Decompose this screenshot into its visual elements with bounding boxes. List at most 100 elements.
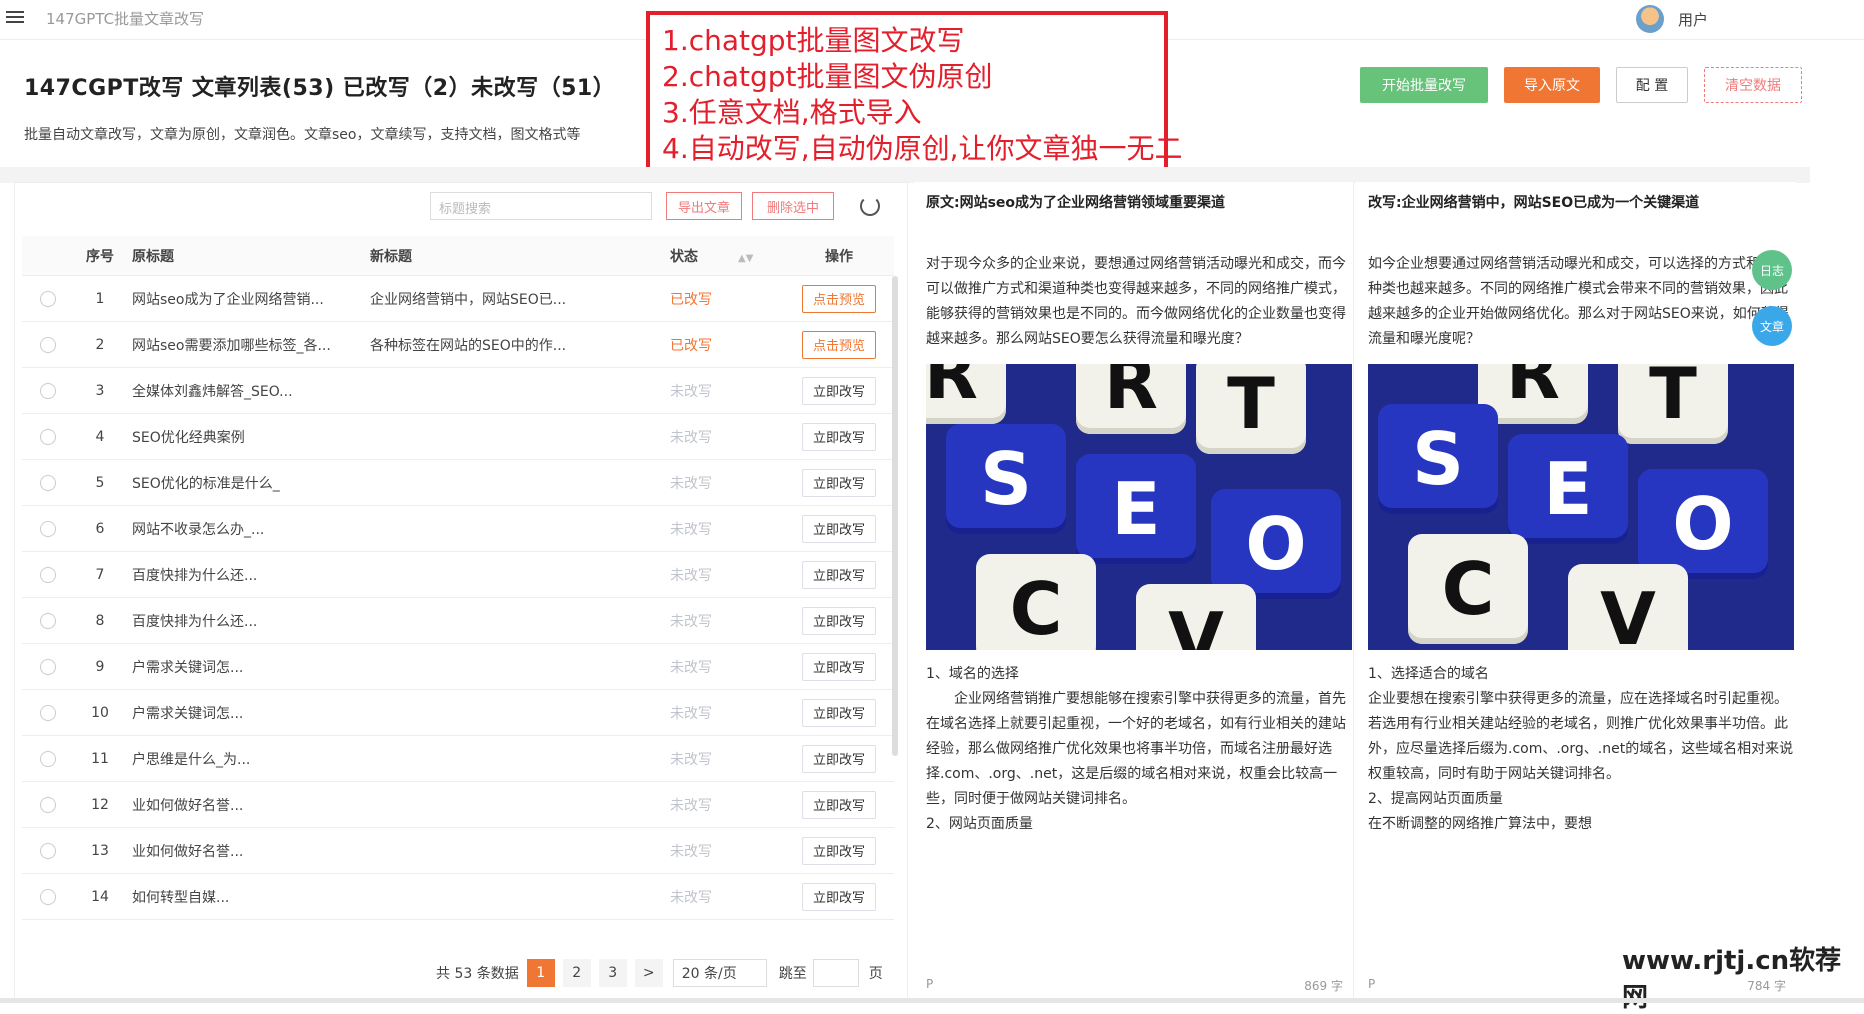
table-row[interactable]: 8 百度快排为什么还... 未改写 立即改写	[22, 598, 894, 644]
next-page-button[interactable]: >	[634, 959, 663, 987]
table-row[interactable]: 10 户需求关键词怎... 未改写 立即改写	[22, 690, 894, 736]
row-orig-title: 户思维是什么_为...	[132, 751, 251, 768]
table-row[interactable]: 3 全媒体刘鑫炜解答_SEO... 未改写 立即改写	[22, 368, 894, 414]
row-status: 未改写	[670, 613, 712, 630]
row-checkbox[interactable]	[40, 474, 56, 491]
row-orig-title: 网站seo成为了企业网络营销...	[132, 291, 324, 308]
row-status: 未改写	[670, 889, 712, 906]
row-orig-title: SEO优化经典案例	[132, 429, 245, 446]
row-status: 未改写	[670, 567, 712, 584]
row-checkbox[interactable]	[40, 888, 56, 905]
row-new-title: 企业网络营销中，网站SEO已...	[370, 291, 567, 308]
rewrite-now-button[interactable]: 立即改写	[801, 376, 876, 405]
row-orig-title: SEO优化的标准是什么_	[132, 475, 280, 492]
table-row[interactable]: 11 户思维是什么_为... 未改写 立即改写	[22, 736, 894, 782]
goto-page-input[interactable]	[812, 959, 859, 987]
avatar[interactable]	[1636, 5, 1664, 33]
row-checkbox[interactable]	[40, 566, 56, 583]
row-no: 6	[95, 520, 105, 537]
page-description: 批量自动文章改写，文章为原创，文章润色。文章seo，文章续写，支持文档，图文格式…	[24, 127, 581, 143]
row-checkbox[interactable]	[40, 520, 56, 537]
title-search-input[interactable]: 标题搜索	[430, 192, 652, 220]
row-checkbox[interactable]	[40, 796, 56, 813]
delete-selected-button[interactable]: 删除选中	[752, 192, 834, 220]
rewrite-now-button[interactable]: 立即改写	[801, 606, 876, 635]
page-1[interactable]: 1	[526, 959, 555, 987]
row-no: 8	[95, 612, 105, 629]
paragraph-mark: P	[926, 977, 934, 991]
rewrite-now-button[interactable]: 立即改写	[801, 560, 876, 589]
log-float-button[interactable]: 日志	[1752, 250, 1792, 290]
refresh-icon[interactable]	[860, 196, 880, 216]
rewrite-now-button[interactable]: 立即改写	[801, 422, 876, 451]
import-original-button[interactable]: 导入原文	[1504, 67, 1600, 103]
rewrite-paragraph-2: 在不断调整的网络推广算法中，要想	[1368, 816, 1592, 832]
row-no: 3	[95, 382, 105, 399]
row-status: 未改写	[670, 843, 712, 860]
rewrite-now-button[interactable]: 立即改写	[801, 468, 876, 497]
table-row[interactable]: 7 百度快排为什么还... 未改写 立即改写	[22, 552, 894, 598]
app-title: 147GPTC批量文章改写	[46, 10, 205, 28]
rewrite-now-button[interactable]: 立即改写	[801, 836, 876, 865]
article-float-button[interactable]: 文章	[1752, 306, 1792, 346]
page-2[interactable]: 2	[562, 959, 591, 987]
config-button[interactable]: 配 置	[1616, 67, 1688, 103]
row-status: 未改写	[670, 797, 712, 814]
row-orig-title: 百度快排为什么还...	[132, 613, 258, 630]
start-batch-rewrite-button[interactable]: 开始批量改写	[1360, 67, 1488, 103]
user-name[interactable]: 用户	[1678, 9, 1708, 30]
row-no: 10	[91, 704, 109, 721]
row-orig-title: 网站不收录怎么办_...	[132, 521, 265, 538]
rewrite-now-button[interactable]: 立即改写	[801, 882, 876, 911]
row-orig-title: 如何转型自媒...	[132, 889, 230, 906]
table-row[interactable]: 12 业如何做好名誉... 未改写 立即改写	[22, 782, 894, 828]
row-checkbox[interactable]	[40, 428, 56, 445]
table-row[interactable]: 4 SEO优化经典案例 未改写 立即改写	[22, 414, 894, 460]
original-body[interactable]: 对于现今众多的企业来说，要想通过网络营销活动曝光和成交，而今可以做推广方式和渠道…	[926, 252, 1352, 837]
menu-icon[interactable]	[6, 8, 24, 26]
row-checkbox[interactable]	[40, 658, 56, 675]
row-no: 13	[91, 842, 109, 859]
row-checkbox[interactable]	[40, 704, 56, 721]
row-orig-title: 户需求关键词怎...	[132, 659, 244, 676]
table-row[interactable]: 6 网站不收录怎么办_... 未改写 立即改写	[22, 506, 894, 552]
col-op: 操作	[825, 248, 853, 265]
col-status[interactable]: 状态 ▲▼	[664, 246, 784, 266]
export-articles-button[interactable]: 导出文章	[666, 192, 742, 220]
rewrite-now-button[interactable]: 立即改写	[801, 652, 876, 681]
table-row[interactable]: 1 网站seo成为了企业网络营销... 企业网络营销中，网站SEO已... 已改写 点击…	[22, 276, 894, 322]
preview-button[interactable]: 点击预览	[801, 330, 876, 359]
row-orig-title: 户需求关键词怎...	[132, 705, 244, 722]
table-row[interactable]: 9 户需求关键词怎... 未改写 立即改写	[22, 644, 894, 690]
page-size-select[interactable]: 20 条/页	[672, 959, 767, 987]
table-row[interactable]: 5 SEO优化的标准是什么_ 未改写 立即改写	[22, 460, 894, 506]
rewrite-now-button[interactable]: 立即改写	[801, 698, 876, 727]
original-title: 原文:网站seo成为了企业网络营销领域重要渠道	[926, 195, 1226, 211]
row-checkbox[interactable]	[40, 612, 56, 629]
row-checkbox[interactable]	[40, 750, 56, 767]
row-checkbox[interactable]	[40, 290, 56, 307]
col-no: 序号	[86, 248, 114, 265]
page-unit-label: 页	[868, 966, 883, 982]
original-paragraph-1: 企业网络营销推广要想能够在搜索引擎中获得更多的流量，首先在域名选择上就要引起重视…	[926, 691, 1346, 807]
row-checkbox[interactable]	[40, 842, 56, 859]
rewrite-now-button[interactable]: 立即改写	[801, 744, 876, 773]
table-row[interactable]: 2 网站seo需要添加哪些标签_各... 各种标签在网站的SEO中的作... 已改写 点…	[22, 322, 894, 368]
paragraph-mark: P	[1368, 977, 1376, 991]
rewrite-now-button[interactable]: 立即改写	[801, 790, 876, 819]
row-checkbox[interactable]	[40, 382, 56, 399]
table-row[interactable]: 14 如何转型自媒... 未改写 立即改写	[22, 874, 894, 920]
rewrite-body[interactable]: 如今企业想要通过网络营销活动曝光和成交，可以选择的方式和渠道种类也越来越多。不同…	[1368, 252, 1794, 837]
sort-icon[interactable]: ▲▼	[738, 253, 753, 264]
row-status: 未改写	[670, 383, 712, 400]
preview-button[interactable]: 点击预览	[801, 284, 876, 313]
row-checkbox[interactable]	[40, 336, 56, 353]
rewrite-heading-1: 1、选择适合的域名	[1368, 666, 1489, 682]
table-row[interactable]: 13 业如何做好名誉... 未改写 立即改写	[22, 828, 894, 874]
clear-data-button[interactable]: 清空数据	[1704, 67, 1802, 103]
rewrite-now-button[interactable]: 立即改写	[801, 514, 876, 543]
list-scrollbar[interactable]	[892, 276, 898, 756]
row-no: 11	[91, 750, 109, 767]
row-no: 12	[91, 796, 109, 813]
page-3[interactable]: 3	[598, 959, 627, 987]
